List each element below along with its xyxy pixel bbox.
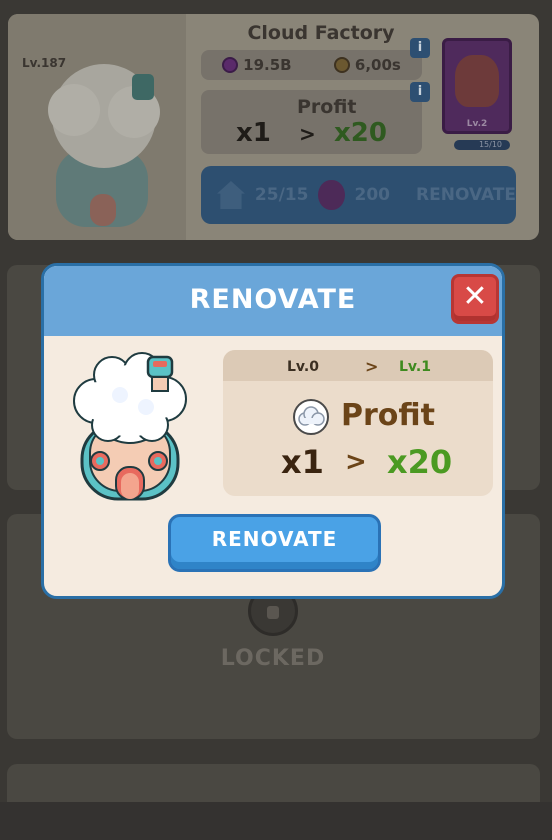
modal-header: RENOVATE	[44, 266, 502, 336]
level-row: Lv.0 > Lv.1	[223, 350, 493, 381]
locked-label: LOCKED	[220, 646, 326, 671]
factory-profit-arrow: >	[299, 122, 316, 146]
factory-stats: 19.5B 6,00s	[201, 50, 422, 80]
house-icon	[217, 181, 245, 209]
renovate-modal: RENOVATE ✕ Lv.0 > Lv.1 Profit x1 > x20 R…	[41, 263, 505, 599]
factory-level-badge: Lv.187	[22, 56, 67, 70]
renovate-info-panel: Lv.0 > Lv.1 Profit x1 > x20	[223, 350, 493, 496]
bottom-bar	[0, 802, 552, 840]
renovate-potion-cost: 200	[354, 185, 391, 205]
factory-tower-icon	[48, 64, 160, 227]
level-to: Lv.1	[399, 359, 431, 375]
manager-card[interactable]: Lv.2	[442, 38, 512, 134]
cloud-icon	[293, 399, 329, 435]
level-arrow-icon: >	[365, 357, 379, 376]
stats-info-icon[interactable]: i	[410, 38, 430, 58]
profit-info-icon[interactable]: i	[410, 82, 430, 102]
factory-card-4	[7, 764, 540, 804]
multiplier-from: x1	[281, 443, 324, 481]
renovate-button[interactable]: RENOVATE	[168, 514, 381, 572]
timer-icon	[333, 57, 350, 73]
factory-profit-label: Profit	[297, 96, 357, 118]
multiplier-to: x20	[387, 443, 453, 481]
potion-icon	[318, 180, 345, 210]
factory-profit-box: Profit x1 > x20	[201, 90, 422, 154]
factory-renovate-label: RENOVATE	[416, 185, 516, 205]
factory-title: Cloud Factory	[247, 22, 395, 44]
level-from: Lv.0	[287, 359, 319, 375]
manager-portrait	[455, 55, 499, 107]
tower-icon	[73, 352, 187, 501]
gem-amount: 19.5B	[243, 56, 292, 74]
profit-label: Profit	[341, 398, 435, 433]
renovate-house-count: 25/15	[254, 185, 309, 205]
factory-card: Lv.187 Cloud Factory 19.5B 6,00s i Profi…	[8, 14, 539, 240]
close-icon[interactable]: ✕	[451, 274, 499, 324]
factory-profit-from: x1	[236, 118, 271, 148]
factory-renovate-button[interactable]: 25/15 200 RENOVATE	[201, 166, 516, 224]
factory-profit-to: x20	[334, 118, 387, 148]
production-time: 6,00s	[354, 56, 401, 74]
modal-title: RENOVATE	[189, 284, 357, 315]
manager-level: Lv.2	[466, 119, 488, 129]
multiplier-arrow-icon: >	[345, 447, 367, 477]
manager-progress-bar: 15/10	[454, 140, 510, 150]
gem-icon	[222, 57, 239, 73]
